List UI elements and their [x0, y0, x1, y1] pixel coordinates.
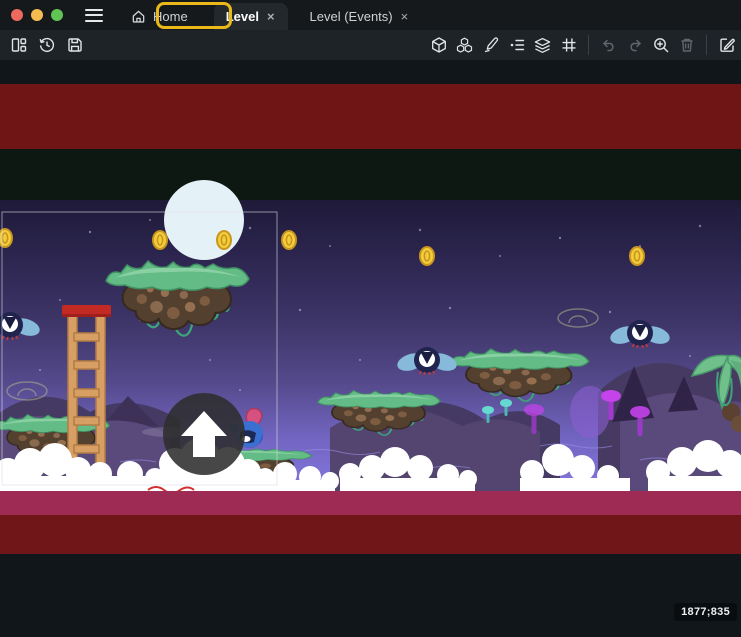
scene-properties-icon[interactable] [717, 36, 736, 55]
grid-icon[interactable] [559, 36, 578, 55]
undo-icon[interactable] [599, 36, 618, 55]
main-menu-button[interactable] [81, 5, 107, 26]
toolbar-right-group [429, 30, 736, 60]
minimize-window-button[interactable] [31, 9, 43, 21]
history-icon[interactable] [37, 36, 56, 55]
toolbar-divider [588, 35, 589, 55]
up-arrow-touch-button[interactable] [163, 393, 245, 475]
zoom-in-icon[interactable] [651, 36, 670, 55]
tab-level-label: Level [226, 9, 259, 24]
panels-icon[interactable] [9, 36, 28, 55]
coin[interactable] [217, 231, 231, 249]
ground-band-crimson[interactable] [0, 491, 741, 515]
window-controls [11, 9, 63, 21]
trash-icon[interactable] [677, 36, 696, 55]
save-icon[interactable] [65, 36, 84, 55]
object-groups-icon[interactable] [455, 36, 474, 55]
objects-3d-icon[interactable] [429, 36, 448, 55]
redo-icon[interactable] [625, 36, 644, 55]
ground-band-dark-red[interactable] [0, 515, 741, 554]
app-window: Home Level × Level (Events) × [0, 0, 741, 637]
scene-render [0, 60, 741, 637]
tab-level-close-icon[interactable]: × [266, 9, 276, 24]
close-window-button[interactable] [11, 9, 23, 21]
layers-icon[interactable] [533, 36, 552, 55]
tab-level-events-label: Level (Events) [310, 9, 393, 24]
coin[interactable] [630, 247, 644, 265]
tab-bar: Home Level × Level (Events) × [119, 0, 421, 30]
dark-band[interactable] [0, 149, 741, 200]
cursor-coordinates-badge: 1877;835 [674, 603, 737, 621]
toolbar-divider [706, 35, 707, 55]
top-red-band[interactable] [0, 84, 741, 149]
tab-home-label: Home [153, 9, 188, 24]
zoom-window-button[interactable] [51, 9, 63, 21]
paint-brush-icon[interactable] [481, 36, 500, 55]
home-icon [131, 9, 146, 24]
tab-level-events[interactable]: Level (Events) × [298, 3, 422, 30]
moon[interactable] [164, 180, 244, 260]
tab-level[interactable]: Level × [214, 3, 288, 30]
toolbar-left-group [9, 30, 84, 60]
tab-home[interactable]: Home [119, 3, 200, 30]
coin[interactable] [153, 231, 167, 249]
instances-list-icon[interactable] [507, 36, 526, 55]
coin[interactable] [282, 231, 296, 249]
title-bar: Home Level × Level (Events) × [0, 0, 741, 30]
coin[interactable] [420, 247, 434, 265]
scene-canvas[interactable] [0, 60, 741, 637]
tab-level-events-close-icon[interactable]: × [400, 9, 410, 24]
editor-toolbar: Preview Share [0, 30, 741, 60]
